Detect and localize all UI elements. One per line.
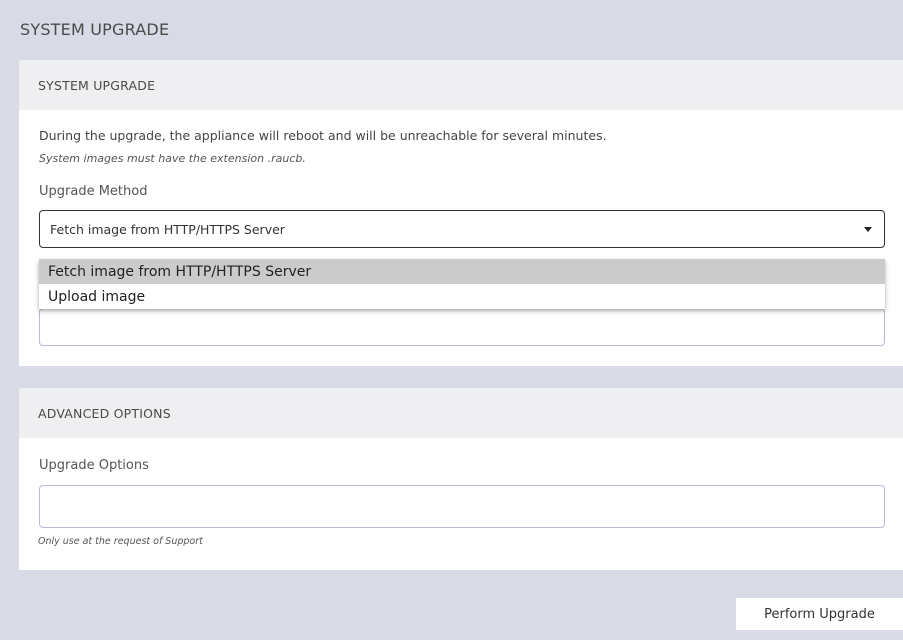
system-upgrade-card: SYSTEM UPGRADE During the upgrade, the a…: [19, 60, 903, 366]
upgrade-description: During the upgrade, the appliance will r…: [39, 128, 607, 143]
image-url-input[interactable]: [39, 308, 885, 346]
upgrade-method-label: Upgrade Method: [39, 184, 148, 199]
image-extension-note: System images must have the extension .r…: [39, 152, 306, 165]
upgrade-method-select[interactable]: Fetch image from HTTP/HTTPS Server: [39, 210, 885, 248]
system-upgrade-header: SYSTEM UPGRADE: [19, 60, 903, 110]
dropdown-option-upload[interactable]: Upload image: [39, 284, 885, 309]
upgrade-method-dropdown: Fetch image from HTTP/HTTPS Server Uploa…: [39, 259, 885, 309]
caret-down-icon: [864, 227, 872, 232]
upgrade-options-label: Upgrade Options: [39, 458, 149, 473]
upgrade-options-input[interactable]: [39, 485, 885, 528]
page-title: SYSTEM UPGRADE: [20, 20, 170, 39]
upgrade-method-value: Fetch image from HTTP/HTTPS Server: [50, 221, 285, 237]
advanced-options-card: ADVANCED OPTIONS Upgrade Options Only us…: [19, 388, 903, 570]
dropdown-option-fetch[interactable]: Fetch image from HTTP/HTTPS Server: [39, 259, 885, 284]
upgrade-options-help: Only use at the request of Support: [38, 536, 203, 547]
advanced-options-header: ADVANCED OPTIONS: [19, 388, 903, 438]
perform-upgrade-button[interactable]: Perform Upgrade: [736, 598, 903, 630]
